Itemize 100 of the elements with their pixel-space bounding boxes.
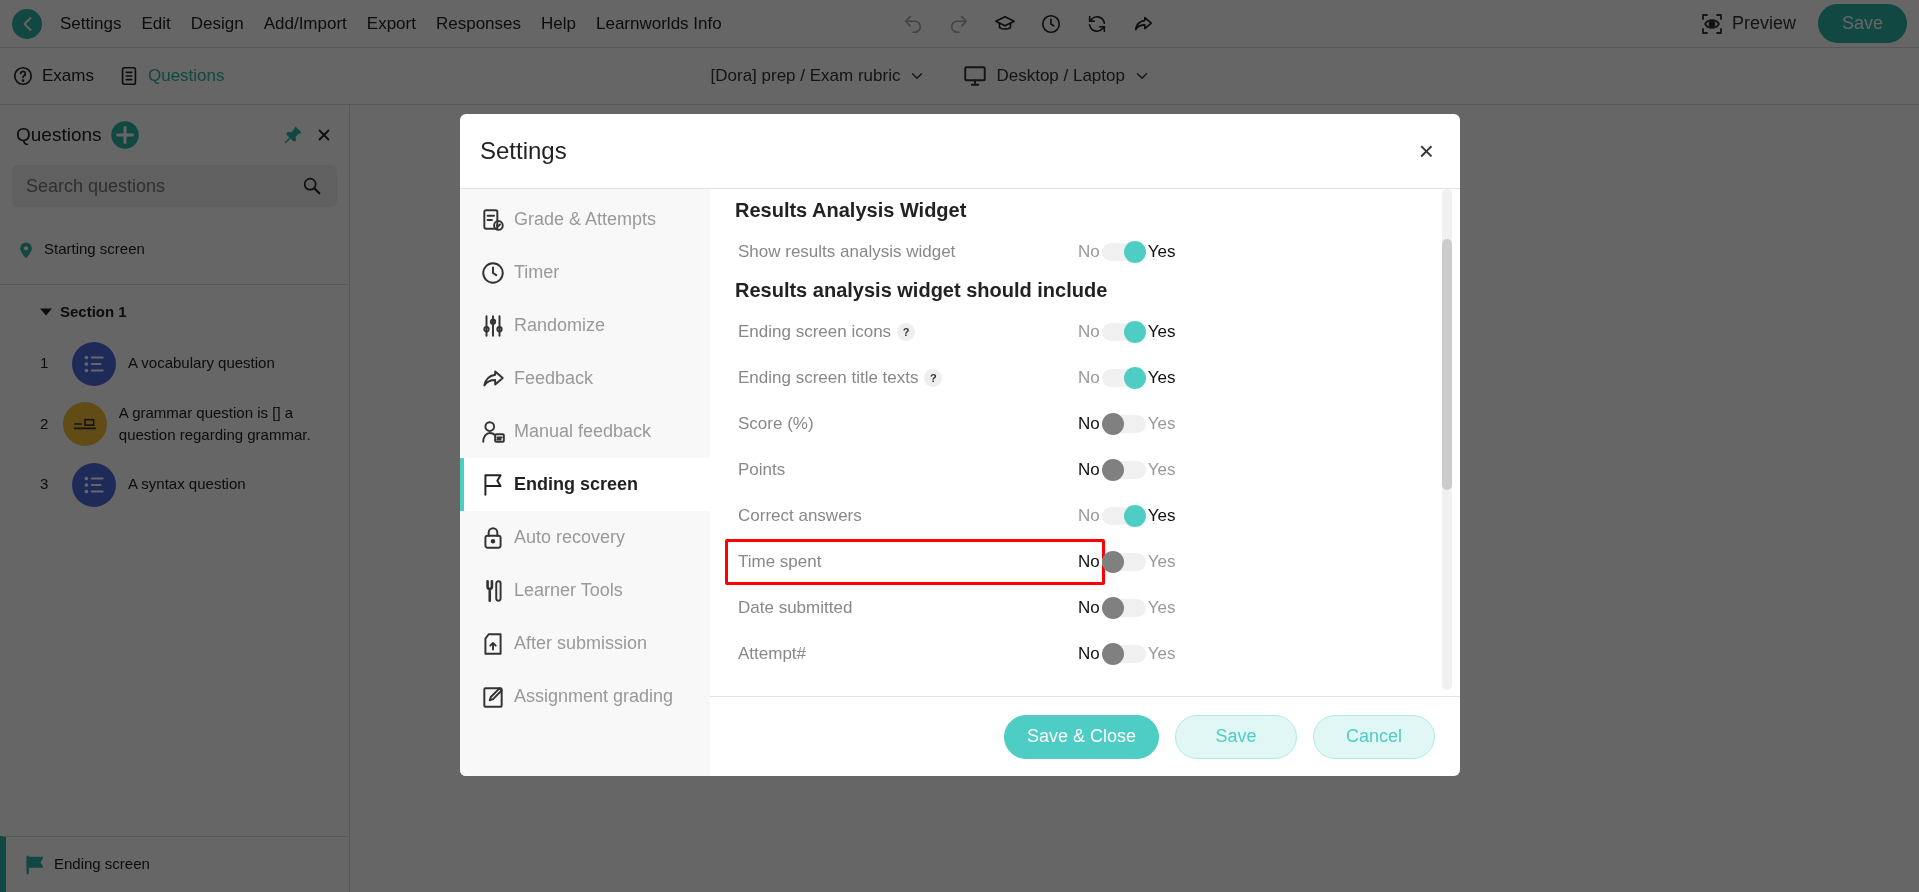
save-button[interactable]: Save <box>1817 4 1907 43</box>
settings-tab[interactable]: Auto recovery <box>460 511 710 564</box>
tab[interactable]: Questions <box>117 63 225 89</box>
help-badge[interactable]: ? <box>897 323 916 341</box>
menu-item[interactable]: Learnworlds Info <box>586 10 732 37</box>
dialog-title: Settings <box>480 136 567 166</box>
toggle-knob[interactable] <box>1101 643 1124 665</box>
menu-item[interactable]: Responses <box>425 10 531 37</box>
off-label: No <box>1078 367 1100 390</box>
off-label: No <box>1078 321 1100 344</box>
tab[interactable]: Exams <box>12 63 94 89</box>
on-label: Yes <box>1147 643 1176 666</box>
off-label: No <box>1078 551 1100 574</box>
question-title[interactable]: A vocabulary question <box>128 352 275 375</box>
toggle-switch[interactable] <box>1101 507 1146 525</box>
preview-button[interactable]: Preview <box>1693 9 1802 38</box>
on-label: Yes <box>1147 413 1176 436</box>
on-label: Yes <box>1147 459 1176 482</box>
back-button[interactable] <box>12 8 42 39</box>
on-label: Yes <box>1147 505 1176 528</box>
dialog-button[interactable]: Save <box>1175 714 1297 759</box>
device-dropdown[interactable]: Desktop / Laptop <box>956 62 1157 90</box>
section-heading[interactable]: Section 1 <box>60 301 127 324</box>
toggle-switch[interactable] <box>1101 243 1146 261</box>
pin-icon[interactable] <box>283 125 303 145</box>
close-button[interactable]: × <box>1412 137 1440 165</box>
toggle-switch[interactable] <box>1101 369 1146 387</box>
dialog-button[interactable]: Cancel <box>1313 714 1435 759</box>
toggle-knob[interactable] <box>1101 551 1124 573</box>
off-label: No <box>1078 241 1100 264</box>
panel-title: Questions <box>16 122 102 147</box>
search-icon <box>301 175 323 197</box>
menu-item[interactable]: Help <box>531 10 586 37</box>
settings-tab[interactable]: Learner Tools <box>460 564 710 617</box>
toggle-switch[interactable] <box>1101 553 1146 571</box>
menu-item[interactable]: Add/Import <box>253 10 357 37</box>
question-number: 3 <box>40 474 50 495</box>
on-label: Yes <box>1147 321 1176 344</box>
add-icon[interactable] <box>109 120 140 150</box>
on-label: Yes <box>1147 597 1176 620</box>
setting-label: Points <box>738 459 786 482</box>
off-label: No <box>1078 459 1100 482</box>
monitor-icon <box>962 63 989 89</box>
settings-tab[interactable]: Manual feedback <box>460 405 710 458</box>
toggle-switch[interactable] <box>1101 323 1146 341</box>
section-heading: Results analysis widget should include <box>735 278 1109 303</box>
question-number: 1 <box>40 353 50 374</box>
question-title[interactable]: A grammar question is [] a question regarding grammar. <box>118 401 319 447</box>
exam-dropdown[interactable]: [Dora] prep / Exam rubric <box>704 62 933 90</box>
toggle-switch[interactable] <box>1101 599 1146 617</box>
clock-icon[interactable] <box>1039 12 1062 35</box>
scrollbar-thumb[interactable] <box>1442 239 1452 490</box>
on-label: Yes <box>1147 551 1176 574</box>
section-heading: Results Analysis Widget <box>735 198 968 223</box>
fill-blank-icon <box>62 402 107 446</box>
ending-screen-item[interactable]: Ending screen <box>0 836 349 892</box>
toggle-knob[interactable] <box>1101 597 1124 619</box>
settings-tab[interactable]: Ending screen <box>460 458 710 511</box>
toggle-switch[interactable] <box>1101 461 1146 479</box>
toggle-knob[interactable] <box>1123 241 1146 263</box>
settings-tab[interactable]: Timer <box>460 246 710 299</box>
settings-tab[interactable]: Randomize <box>460 299 710 352</box>
off-label: No <box>1078 413 1100 436</box>
toggle-knob[interactable] <box>1101 413 1124 435</box>
starting-screen-item[interactable]: Starting screen <box>44 238 145 261</box>
setting-label: Time spent <box>738 551 822 574</box>
person-icon <box>480 418 506 445</box>
menu-item[interactable]: Export <box>356 10 426 37</box>
off-label: No <box>1078 505 1100 528</box>
off-label: No <box>1078 597 1100 620</box>
setting-label: Date submitted <box>738 597 853 620</box>
settings-tab[interactable]: Grade & Attempts <box>460 193 710 246</box>
setting-label: Correct answers <box>738 505 862 528</box>
menu-item[interactable]: Edit <box>131 10 181 37</box>
setting-label: Ending screen title texts <box>738 367 919 390</box>
setting-label: Attempt# <box>738 643 807 666</box>
toggle-knob[interactable] <box>1123 505 1146 527</box>
toggle-knob[interactable] <box>1123 321 1146 343</box>
settings-tab[interactable]: Assignment grading <box>460 670 710 723</box>
menu-item[interactable]: Settings <box>50 10 132 37</box>
question-number: 2 <box>40 413 50 434</box>
toggle-knob[interactable] <box>1123 367 1146 389</box>
help-badge[interactable]: ? <box>924 369 943 387</box>
clock-icon <box>480 259 506 286</box>
setting-label: Show results analysis widget <box>738 241 956 264</box>
toggle-switch[interactable] <box>1101 415 1146 433</box>
setting-label: Ending screen icons <box>738 321 892 344</box>
settings-tab[interactable]: Feedback <box>460 352 710 405</box>
menu-item[interactable]: Design <box>180 10 254 37</box>
toggle-switch[interactable] <box>1101 645 1146 663</box>
list-icon <box>72 462 116 507</box>
sliders-icon <box>480 312 506 339</box>
on-label: Yes <box>1147 367 1176 390</box>
eye-icon <box>1699 11 1724 36</box>
flag-icon <box>24 853 46 876</box>
save-close-button[interactable]: Save & Close <box>1003 714 1159 759</box>
question-title[interactable]: A syntax question <box>128 473 246 496</box>
settings-tab[interactable]: After submission <box>460 617 710 670</box>
help-icon <box>12 65 34 87</box>
toggle-knob[interactable] <box>1101 459 1124 481</box>
